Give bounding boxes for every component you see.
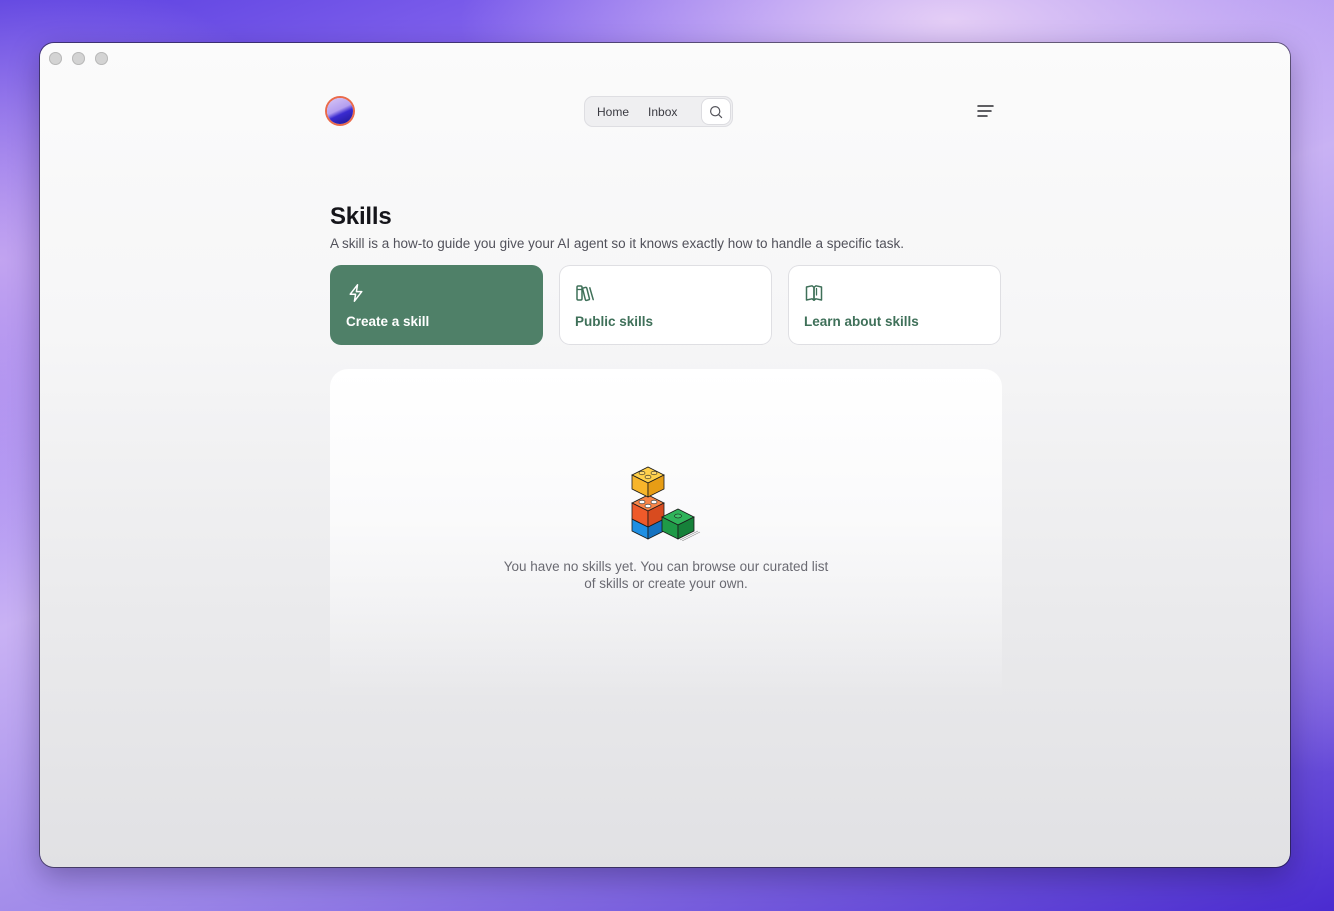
- search-icon: [709, 105, 723, 118]
- learn-skills-card[interactable]: Learn about skills: [788, 265, 1001, 345]
- empty-state-text: You have no skills yet. You can browse o…: [503, 559, 829, 591]
- page-title: Skills: [330, 203, 392, 230]
- search-button[interactable]: [702, 99, 730, 124]
- skills-list-panel: You have no skills yet. You can browse o…: [330, 369, 1002, 699]
- learn-skills-label: Learn about skills: [804, 314, 919, 329]
- app-window: Home Inbox Skills A skill is a how-to gu…: [40, 43, 1290, 867]
- books-icon: [576, 285, 594, 302]
- top-nav: Home Inbox: [584, 96, 733, 127]
- page-subtitle: A skill is a how-to guide you give your …: [330, 236, 905, 251]
- window-controls: [49, 52, 108, 65]
- create-skill-card[interactable]: Create a skill: [330, 265, 543, 345]
- minimize-window-button[interactable]: [72, 52, 85, 65]
- open-book-icon: [805, 285, 823, 301]
- app-logo[interactable]: [327, 98, 353, 124]
- action-cards: Create a skill Public skills Learn about…: [330, 265, 1001, 345]
- public-skills-card[interactable]: Public skills: [559, 265, 772, 345]
- create-skill-label: Create a skill: [346, 314, 430, 329]
- menu-button[interactable]: [973, 100, 997, 122]
- blocks-illustration: [631, 466, 701, 541]
- maximize-window-button[interactable]: [95, 52, 108, 65]
- nav-inbox-link[interactable]: Inbox: [648, 105, 677, 119]
- public-skills-label: Public skills: [575, 314, 654, 329]
- close-window-button[interactable]: [49, 52, 62, 65]
- menu-icon: [977, 105, 994, 117]
- lightning-icon: [349, 284, 363, 302]
- nav-home-link[interactable]: Home: [597, 105, 629, 119]
